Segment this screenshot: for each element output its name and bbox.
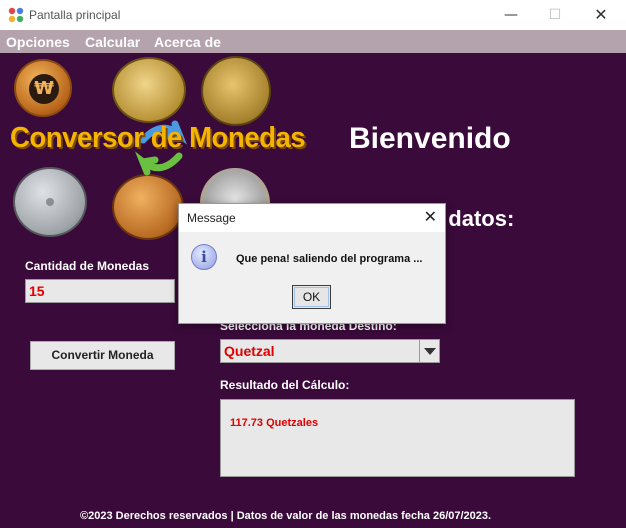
footer-text: ©2023 Derechos reservados | Datos de val… xyxy=(80,510,492,522)
resultado-box: 117.73 Quetzales xyxy=(220,399,575,477)
resultado-value: 117.73 Quetzales xyxy=(230,417,319,429)
welcome-heading: Bienvenido xyxy=(349,122,511,155)
close-window-button[interactable]: ✕ xyxy=(578,0,624,30)
menu-acerca-de[interactable]: Acerca de xyxy=(154,34,221,50)
dialog-ok-button[interactable]: OK xyxy=(292,285,331,309)
won-coin-icon: ₩ xyxy=(14,59,72,117)
window-title: Pantalla principal xyxy=(29,8,121,22)
window-titlebar: Pantalla principal — ☐ ✕ xyxy=(0,0,626,30)
minimize-button[interactable]: — xyxy=(488,0,534,30)
menu-calcular[interactable]: Calcular xyxy=(85,34,140,50)
yen-coin-icon xyxy=(13,167,87,237)
menu-opciones[interactable]: Opciones xyxy=(6,34,70,50)
message-dialog: Message ✕ i Que pena! saliendo del progr… xyxy=(178,203,446,324)
info-icon: i xyxy=(191,244,217,270)
maximize-button[interactable]: ☐ xyxy=(532,0,578,30)
copper-coin-icon xyxy=(112,174,184,240)
destino-select[interactable]: Quetzal xyxy=(220,339,440,363)
app-logo-text: Conversor de Monedas xyxy=(10,122,306,154)
dialog-close-button[interactable]: ✕ xyxy=(424,207,437,226)
chevron-down-icon[interactable] xyxy=(419,340,439,362)
dialog-title: Message xyxy=(187,211,236,225)
destino-select-value: Quetzal xyxy=(224,343,275,359)
resultado-label: Resultado del Cálculo: xyxy=(220,378,350,392)
convertir-button[interactable]: Convertir Moneda xyxy=(30,341,175,370)
yen-coin-hole xyxy=(46,198,54,206)
menu-bar: Opciones Calcular Acerca de xyxy=(0,30,626,53)
liberty-coin-icon xyxy=(201,56,271,126)
app-icon xyxy=(8,7,24,23)
dialog-message: Que pena! saliendo del programa ... xyxy=(236,253,423,265)
won-symbol: ₩ xyxy=(29,74,59,104)
cantidad-input[interactable]: 15 xyxy=(25,279,175,303)
dialog-titlebar: Message ✕ xyxy=(179,204,445,232)
queen-coin-icon xyxy=(112,57,186,123)
cantidad-label: Cantidad de Monedas xyxy=(25,259,150,273)
